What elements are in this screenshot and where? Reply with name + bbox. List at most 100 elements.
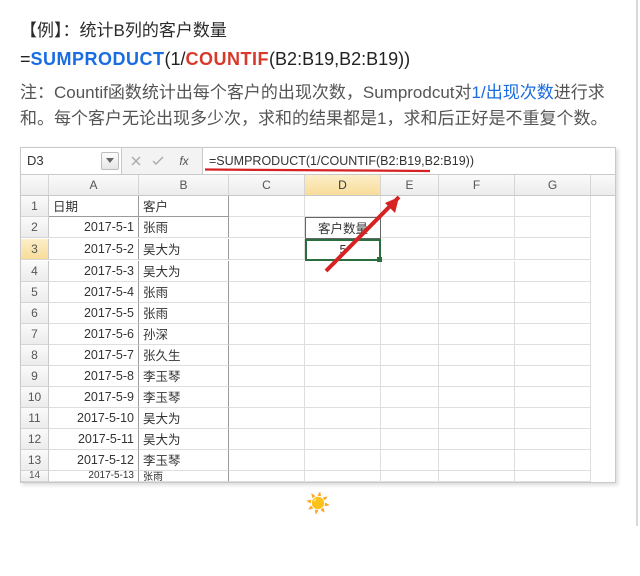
select-all-corner[interactable] <box>21 175 49 195</box>
row-header[interactable]: 11 <box>21 408 49 429</box>
cell[interactable] <box>439 303 515 324</box>
cell-D1[interactable] <box>305 196 381 217</box>
cell-F3[interactable] <box>439 239 515 260</box>
cell-A4[interactable]: 2017-5-3 <box>49 261 139 282</box>
cell-E1[interactable] <box>381 196 439 217</box>
cell[interactable] <box>381 303 439 324</box>
cell[interactable] <box>229 471 305 482</box>
cell[interactable] <box>229 282 305 303</box>
cell[interactable] <box>229 261 305 282</box>
fill-handle[interactable] <box>377 257 382 262</box>
cell[interactable] <box>439 261 515 282</box>
cell[interactable] <box>305 324 381 345</box>
cell-B5[interactable]: 张雨 <box>139 282 229 303</box>
cell[interactable] <box>515 345 591 366</box>
cell[interactable] <box>305 450 381 471</box>
cell-B3[interactable]: 吴大为 <box>139 239 229 260</box>
formula-bar[interactable]: =SUMPRODUCT(1/COUNTIF(B2:B19,B2:B19)) <box>203 148 615 174</box>
cell[interactable] <box>381 471 439 482</box>
cell[interactable] <box>439 387 515 408</box>
cell[interactable] <box>439 408 515 429</box>
cell-A5[interactable]: 2017-5-4 <box>49 282 139 303</box>
cell[interactable] <box>229 345 305 366</box>
row-header[interactable]: 4 <box>21 261 49 282</box>
cell-A1[interactable]: 日期 <box>49 196 139 217</box>
cell-A9[interactable]: 2017-5-8 <box>49 366 139 387</box>
cell[interactable] <box>515 261 591 282</box>
cell[interactable] <box>515 387 591 408</box>
cell[interactable] <box>381 450 439 471</box>
cell[interactable] <box>305 345 381 366</box>
cell[interactable] <box>515 429 591 450</box>
col-D[interactable]: D <box>305 175 381 195</box>
cell-A3[interactable]: 2017-5-2 <box>49 239 139 260</box>
cell[interactable] <box>305 282 381 303</box>
name-box-dropdown[interactable] <box>101 152 119 170</box>
cell[interactable] <box>305 366 381 387</box>
fx-button[interactable]: fx <box>170 151 198 171</box>
cell-E3[interactable] <box>381 239 439 260</box>
col-A[interactable]: A <box>49 175 139 195</box>
cell[interactable] <box>381 345 439 366</box>
cell[interactable] <box>305 261 381 282</box>
cell[interactable] <box>515 408 591 429</box>
row-header[interactable]: 8 <box>21 345 49 366</box>
cell[interactable] <box>439 450 515 471</box>
name-box[interactable]: D3 <box>21 148 122 174</box>
cell[interactable] <box>381 366 439 387</box>
cell[interactable] <box>229 450 305 471</box>
cell[interactable] <box>381 282 439 303</box>
cell[interactable] <box>381 387 439 408</box>
cell[interactable] <box>381 261 439 282</box>
cell-B11[interactable]: 吴大为 <box>139 408 229 429</box>
confirm-button[interactable] <box>148 151 168 171</box>
cell-F1[interactable] <box>439 196 515 217</box>
cell-B12[interactable]: 吴大为 <box>139 429 229 450</box>
cell-A14[interactable]: 2017-5-13 <box>49 471 139 482</box>
cell[interactable] <box>229 429 305 450</box>
cell-B10[interactable]: 李玉琴 <box>139 387 229 408</box>
cell[interactable] <box>439 366 515 387</box>
row-header[interactable]: 7 <box>21 324 49 345</box>
cell[interactable] <box>439 345 515 366</box>
row-header[interactable]: 3 <box>21 239 49 260</box>
cell[interactable] <box>381 429 439 450</box>
cell-B14[interactable]: 张雨 <box>139 471 229 482</box>
cell-G1[interactable] <box>515 196 591 217</box>
cell-B2[interactable]: 张雨 <box>139 217 229 238</box>
cell[interactable] <box>305 471 381 482</box>
cell[interactable] <box>515 366 591 387</box>
cell-C2[interactable] <box>229 217 305 238</box>
cancel-button[interactable] <box>126 151 146 171</box>
cell-D3-selected[interactable]: 5 <box>305 239 381 261</box>
cell[interactable] <box>515 450 591 471</box>
cell-B1[interactable]: 客户 <box>139 196 229 217</box>
cell-A11[interactable]: 2017-5-10 <box>49 408 139 429</box>
cell-B9[interactable]: 李玉琴 <box>139 366 229 387</box>
cell-B8[interactable]: 张久生 <box>139 345 229 366</box>
cell-A6[interactable]: 2017-5-5 <box>49 303 139 324</box>
cell[interactable] <box>439 282 515 303</box>
cell-G2[interactable] <box>515 217 591 238</box>
cell[interactable] <box>381 408 439 429</box>
cell[interactable] <box>229 366 305 387</box>
cell-A10[interactable]: 2017-5-9 <box>49 387 139 408</box>
row-header[interactable]: 6 <box>21 303 49 324</box>
row-header[interactable]: 2 <box>21 217 49 238</box>
cell-A2[interactable]: 2017-5-1 <box>49 217 139 238</box>
cell[interactable] <box>515 324 591 345</box>
col-G[interactable]: G <box>515 175 591 195</box>
cell-F2[interactable] <box>439 217 515 238</box>
cell[interactable] <box>515 303 591 324</box>
cell[interactable] <box>229 303 305 324</box>
cell[interactable] <box>439 429 515 450</box>
cell-A8[interactable]: 2017-5-7 <box>49 345 139 366</box>
cell-B7[interactable]: 孙深 <box>139 324 229 345</box>
col-F[interactable]: F <box>439 175 515 195</box>
cell-A12[interactable]: 2017-5-11 <box>49 429 139 450</box>
cell-C3[interactable] <box>229 239 305 260</box>
cell-A7[interactable]: 2017-5-6 <box>49 324 139 345</box>
cell-D2-label[interactable]: 客户数量 <box>305 217 381 239</box>
col-B[interactable]: B <box>139 175 229 195</box>
cell[interactable] <box>229 324 305 345</box>
